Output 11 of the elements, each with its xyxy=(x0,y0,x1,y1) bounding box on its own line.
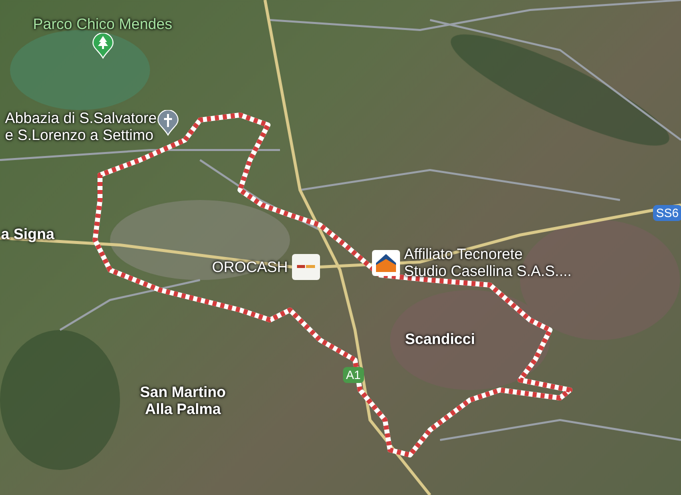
road-shield: SS6 xyxy=(653,205,681,221)
tree-pin-icon[interactable] xyxy=(92,33,114,59)
place-label: Parco Chico Mendes xyxy=(33,16,172,33)
road-shield: A1 xyxy=(343,367,364,383)
place-label: San Martino Alla Palma xyxy=(140,384,226,418)
store-logo-icon[interactable] xyxy=(292,254,320,280)
place-label: OROCASH xyxy=(212,258,288,276)
place-label: Abbazia di S.Salvatore e S.Lorenzo a Settimo xyxy=(5,110,157,144)
place-label: Scandicci xyxy=(405,331,476,348)
house-logo-icon[interactable] xyxy=(372,250,400,276)
cross-pin-icon[interactable] xyxy=(156,110,179,136)
